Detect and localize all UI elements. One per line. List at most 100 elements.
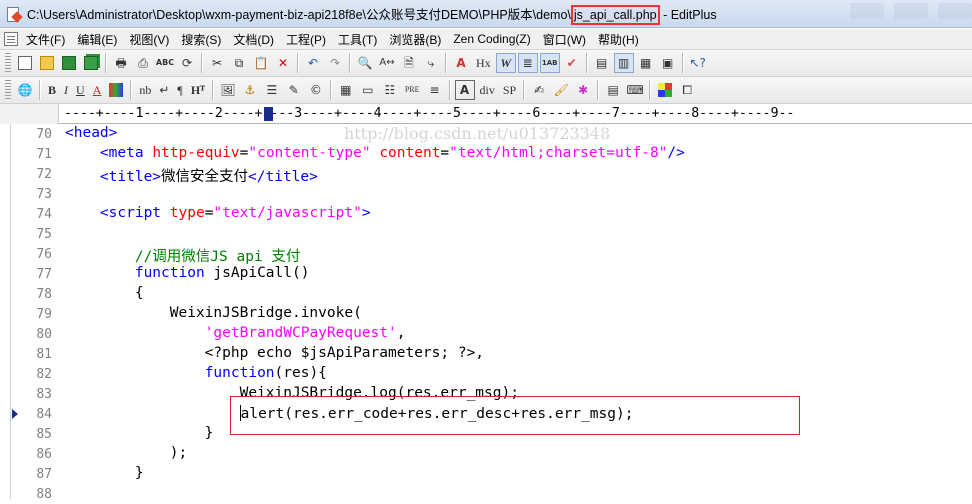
browser-globe-icon[interactable]: 🌐 (15, 80, 35, 100)
font-icon[interactable]: A (451, 53, 471, 73)
code-line[interactable]: 78 { (0, 284, 972, 304)
code-text[interactable]: <meta http-equiv="content-type" content=… (65, 145, 685, 161)
menu-browser[interactable]: 浏览器(B) (383, 31, 447, 48)
code-line[interactable]: 76 //调用微信JS api 支付 (0, 244, 972, 266)
print-icon[interactable]: ⎙ (133, 53, 153, 73)
maximize-icon[interactable] (894, 3, 928, 19)
code-text[interactable]: //调用微信JS api 支付 (65, 245, 301, 266)
menu-document[interactable]: 文档(D) (227, 31, 280, 48)
italic-button[interactable]: I (61, 80, 71, 100)
undo-icon[interactable]: ↶ (303, 53, 323, 73)
font-color-button[interactable]: A (90, 80, 105, 100)
html-heading-icon[interactable]: Hx (473, 53, 494, 73)
cliptext-window-icon[interactable]: ▥ (613, 53, 634, 73)
image-icon[interactable]: 🖼 (218, 80, 238, 100)
redo-icon[interactable]: ↷ (325, 53, 345, 73)
frame-icon[interactable]: ▤ (603, 80, 623, 100)
browser-preview-icon[interactable]: ⧠ (677, 80, 697, 100)
minimize-icon[interactable] (850, 3, 884, 19)
code-line[interactable]: 72 <title>微信安全支付</title> (0, 164, 972, 186)
pen-icon[interactable]: ✎ (284, 80, 304, 100)
code-line[interactable]: 77 function jsApiCall() (0, 264, 972, 284)
bold-button[interactable]: B (45, 80, 59, 100)
menu-tools[interactable]: 工具(T) (332, 31, 383, 48)
heading-button[interactable]: Hᵀ (188, 80, 208, 100)
horizontal-rule-icon[interactable]: ☰ (262, 80, 282, 100)
document-icon[interactable] (4, 32, 18, 46)
html-color-icon[interactable] (106, 80, 126, 100)
brush-icon[interactable]: 🖌 (551, 80, 571, 100)
goto-icon[interactable]: ⤷ (421, 53, 441, 73)
table-icon[interactable]: ▦ (336, 80, 356, 100)
save-all-icon[interactable] (81, 53, 101, 73)
new-file-icon[interactable] (15, 53, 35, 73)
menu-project[interactable]: 工程(P) (280, 31, 332, 48)
code-line[interactable]: 79 WeixinJSBridge.invoke( (0, 304, 972, 324)
color-picker-icon[interactable]: ✱ (573, 80, 593, 100)
find-in-files-icon[interactable]: 🗎 (399, 53, 419, 73)
code-line[interactable]: 80 'getBrandWCPayRequest', (0, 324, 972, 344)
code-text[interactable]: <head> (65, 125, 117, 141)
menu-file[interactable]: 文件(F) (20, 31, 71, 48)
anchor-icon[interactable]: ⚓ (240, 80, 260, 100)
code-line[interactable]: 88 (0, 484, 972, 504)
menu-help[interactable]: 帮助(H) (592, 31, 645, 48)
find-icon[interactable]: 🔍 (355, 53, 375, 73)
toolbar-grip[interactable] (5, 53, 11, 73)
pre-button[interactable]: PRE (402, 80, 423, 100)
spell-check-icon[interactable]: ABC (155, 53, 175, 73)
code-line[interactable]: 73 (0, 184, 972, 204)
code-text[interactable]: function jsApiCall() (65, 265, 310, 281)
ruler-icon[interactable]: 1AB (539, 53, 560, 73)
nbsp-button[interactable]: nb (136, 80, 154, 100)
style-icon[interactable]: ✍ (529, 80, 549, 100)
refresh-icon[interactable]: ⟳ (177, 53, 197, 73)
code-text[interactable]: ); (65, 445, 187, 461)
code-text[interactable]: function(res){ (65, 365, 327, 381)
code-text[interactable]: } (65, 425, 214, 441)
output-window-icon[interactable]: ▦ (636, 53, 656, 73)
line-break-button[interactable]: ↵ (156, 80, 172, 100)
menu-edit[interactable]: 编辑(E) (71, 31, 123, 48)
word-wrap-icon[interactable]: W (495, 53, 516, 73)
copy-icon[interactable]: ⧉ (229, 53, 249, 73)
code-text[interactable]: 'getBrandWCPayRequest', (65, 325, 406, 341)
code-line[interactable]: 71 <meta http-equiv = "content-type" conte… (0, 144, 972, 164)
menu-view[interactable]: 视图(V) (123, 31, 175, 48)
menu-search[interactable]: 搜索(S) (175, 31, 227, 48)
form-icon[interactable]: ▭ (358, 80, 378, 100)
code-text[interactable]: { (65, 285, 144, 301)
context-help-icon[interactable]: ↖? (688, 53, 708, 73)
palette-icon[interactable] (655, 80, 675, 100)
code-line[interactable]: 82 function(res){ (0, 364, 972, 384)
paragraph-button[interactable]: ¶ (174, 80, 185, 100)
print-preview-icon[interactable]: 🖶 (111, 53, 131, 73)
div-button[interactable]: div (477, 80, 498, 100)
copyright-icon[interactable]: © (306, 80, 326, 100)
code-text[interactable]: <title>微信安全支付</title> (65, 165, 318, 186)
line-number-icon[interactable]: ≣ (517, 53, 538, 73)
code-line[interactable]: 74 <script type="text/javascript"> (0, 204, 972, 224)
code-line[interactable]: 75 (0, 224, 972, 244)
menu-zen-coding[interactable]: Zen Coding(Z) (447, 32, 536, 46)
replace-icon[interactable]: A↔ (377, 53, 397, 73)
comment-icon[interactable]: ≡ (425, 80, 445, 100)
delete-icon[interactable]: ✕ (273, 53, 293, 73)
directory-window-icon[interactable]: ▤ (592, 53, 612, 73)
script-icon[interactable]: ⌨ (625, 80, 645, 100)
fullscreen-icon[interactable]: ▣ (658, 53, 678, 73)
menu-window[interactable]: 窗口(W) (537, 31, 592, 48)
check-icon[interactable]: ✔ (562, 53, 582, 73)
code-line[interactable]: 87 } (0, 464, 972, 484)
open-folder-icon[interactable] (37, 53, 57, 73)
span-button[interactable]: SP (500, 80, 519, 100)
underline-button[interactable]: U (73, 80, 88, 100)
code-line[interactable]: 81 <?php echo $jsApiParameters; ?>, (0, 344, 972, 364)
code-text[interactable]: <script type="text/javascript"> (65, 205, 371, 221)
code-text[interactable]: WeixinJSBridge.invoke( (65, 305, 362, 321)
list-icon[interactable]: ☷ (380, 80, 400, 100)
close-icon[interactable] (938, 3, 972, 19)
code-line[interactable]: 86 ); (0, 444, 972, 464)
save-icon[interactable] (59, 53, 79, 73)
code-editor[interactable]: 70 <head> 71 <meta http-equiv = "content-typ… (0, 124, 972, 502)
